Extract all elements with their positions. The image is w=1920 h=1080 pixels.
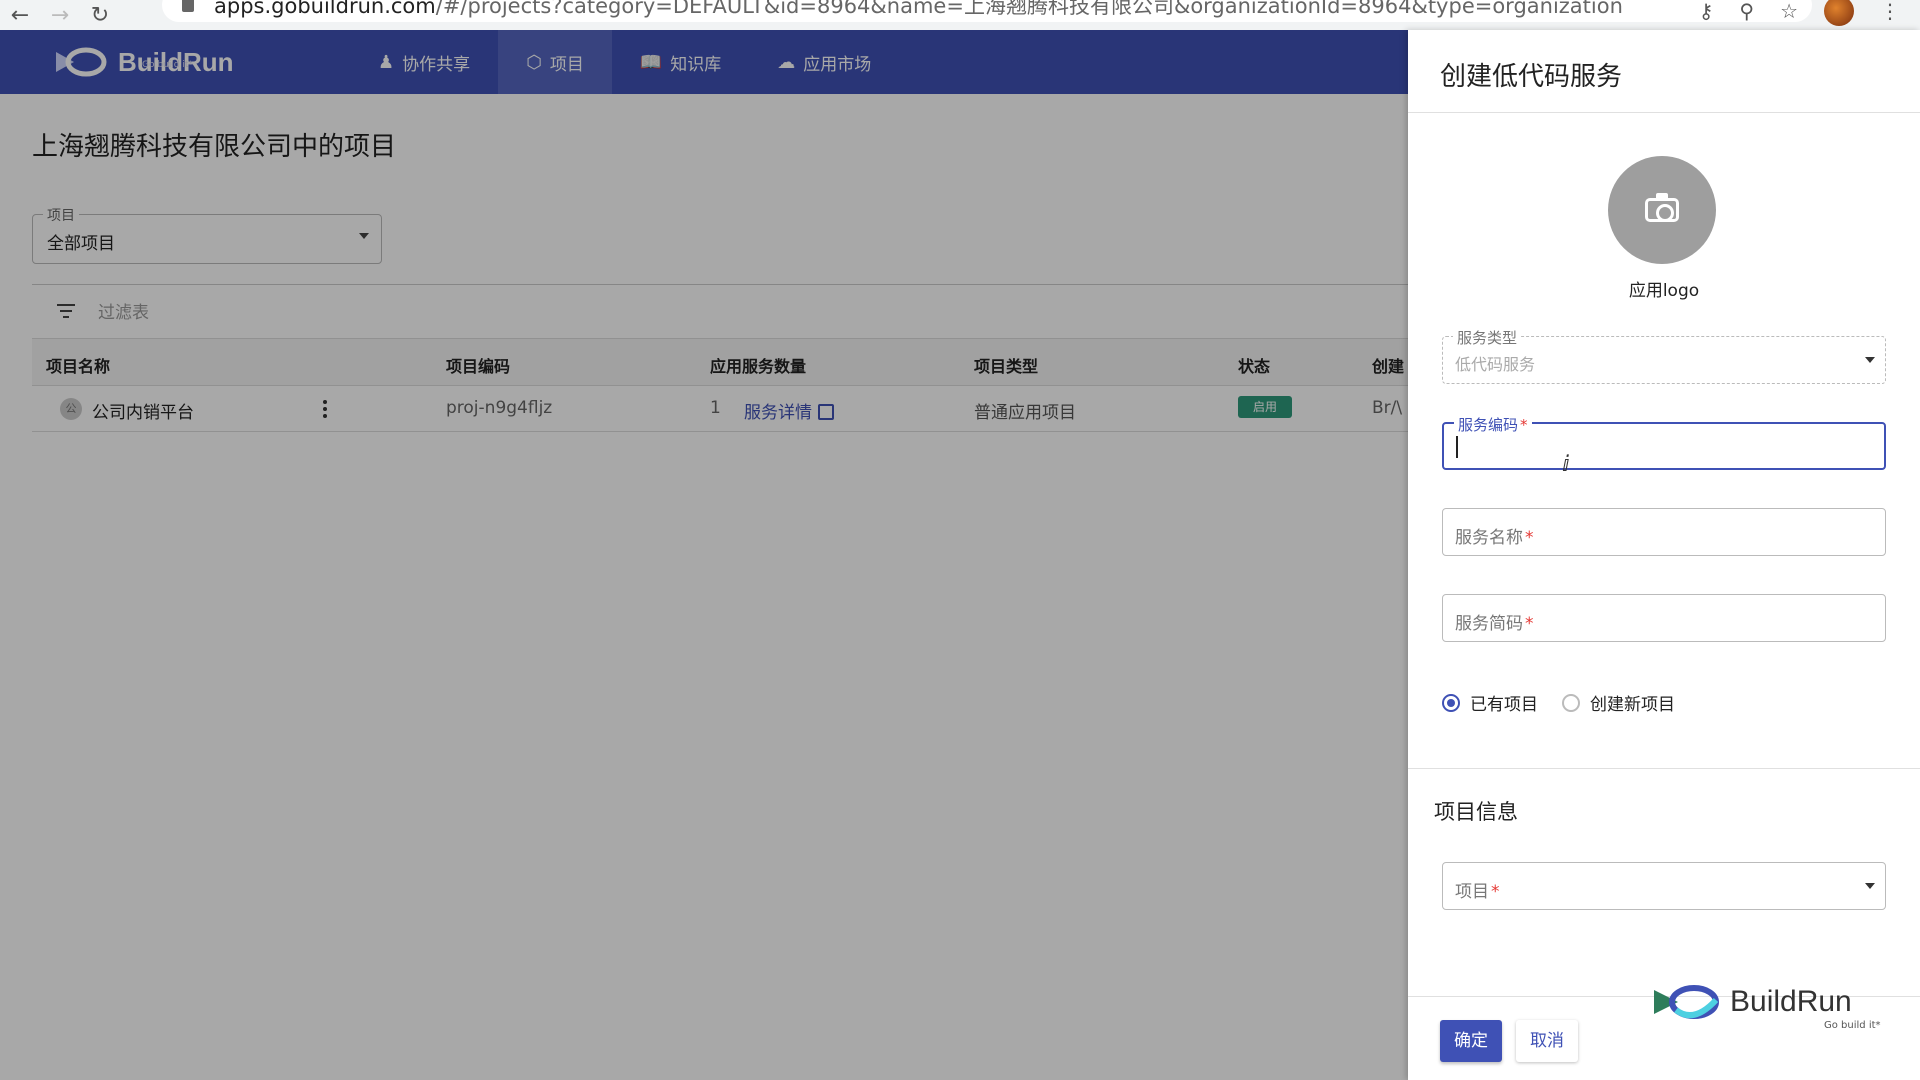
dropdown-arrow-icon	[1865, 357, 1875, 363]
radio-new-project[interactable]	[1562, 693, 1580, 712]
lock-icon	[182, 0, 194, 12]
text-caret	[1456, 436, 1458, 458]
profile-avatar[interactable]	[1824, 0, 1854, 26]
service-short-code-input[interactable]: 服务简码 *	[1442, 594, 1886, 642]
confirm-button[interactable]: 确定	[1440, 1020, 1502, 1062]
i-beam-cursor-icon: ⅈ	[1562, 452, 1570, 477]
project-mode-radio-group: 已有项目 创建新项目	[1442, 690, 1689, 715]
camera-icon	[1645, 193, 1679, 222]
star-icon[interactable]: ☆	[1780, 0, 1798, 23]
logo-upload-button[interactable]	[1608, 156, 1716, 264]
service-name-placeholder: 服务名称 *	[1455, 528, 1534, 548]
service-type-select[interactable]: 服务类型 低代码服务	[1442, 327, 1886, 384]
logo-label: 应用logo	[1628, 281, 1700, 301]
radio-new-label[interactable]: 创建新项目	[1590, 690, 1675, 715]
forward-icon[interactable]: →	[40, 0, 80, 30]
service-code-input[interactable]: 服务编码 * ⅈ	[1442, 414, 1886, 477]
section-title: 项目信息	[1434, 800, 1518, 824]
buildrun-watermark: BuildRun Go build it*	[1652, 980, 1881, 1031]
watermark-brand: BuildRun	[1730, 985, 1852, 1018]
modal-backdrop[interactable]	[0, 30, 1408, 1080]
radio-existing-project[interactable]	[1442, 693, 1460, 712]
project-placeholder: 项目 *	[1455, 882, 1500, 902]
browser-toolbar: ← → ↻ apps.gobuildrun.com/#/projects?cat…	[0, 0, 1920, 30]
service-short-placeholder: 服务简码 *	[1455, 614, 1534, 634]
service-code-label: 服务编码 *	[1454, 414, 1532, 435]
drawer-title: 创建低代码服务	[1440, 62, 1623, 92]
cancel-button[interactable]: 取消	[1516, 1020, 1578, 1062]
buildrun-logo-icon	[1654, 985, 1719, 1019]
create-service-drawer: 创建低代码服务 应用logo 服务类型 低代码服务 服务编码 * ⅈ 服务名称 * …	[1408, 30, 1920, 1080]
more-icon[interactable]: ⋮	[1880, 0, 1900, 23]
service-name-input[interactable]: 服务名称 *	[1442, 508, 1886, 556]
watermark-tagline: Go build it*	[1824, 1020, 1881, 1031]
dropdown-arrow-icon	[1865, 883, 1875, 889]
project-select[interactable]: 项目 *	[1442, 862, 1886, 910]
url-text: apps.gobuildrun.com/#/projects?category=…	[214, 0, 1623, 18]
key-icon[interactable]: ⚷	[1699, 0, 1714, 23]
back-icon[interactable]: ←	[0, 0, 40, 30]
service-type-value: 低代码服务	[1455, 355, 1536, 374]
zoom-icon[interactable]: ⚲	[1739, 0, 1754, 23]
reload-icon[interactable]: ↻	[80, 0, 120, 30]
divider	[1408, 112, 1920, 113]
radio-existing-label[interactable]: 已有项目	[1470, 690, 1538, 715]
service-type-label: 服务类型	[1453, 327, 1522, 348]
address-bar[interactable]: apps.gobuildrun.com/#/projects?category=…	[162, 0, 1812, 22]
divider	[1408, 768, 1920, 769]
